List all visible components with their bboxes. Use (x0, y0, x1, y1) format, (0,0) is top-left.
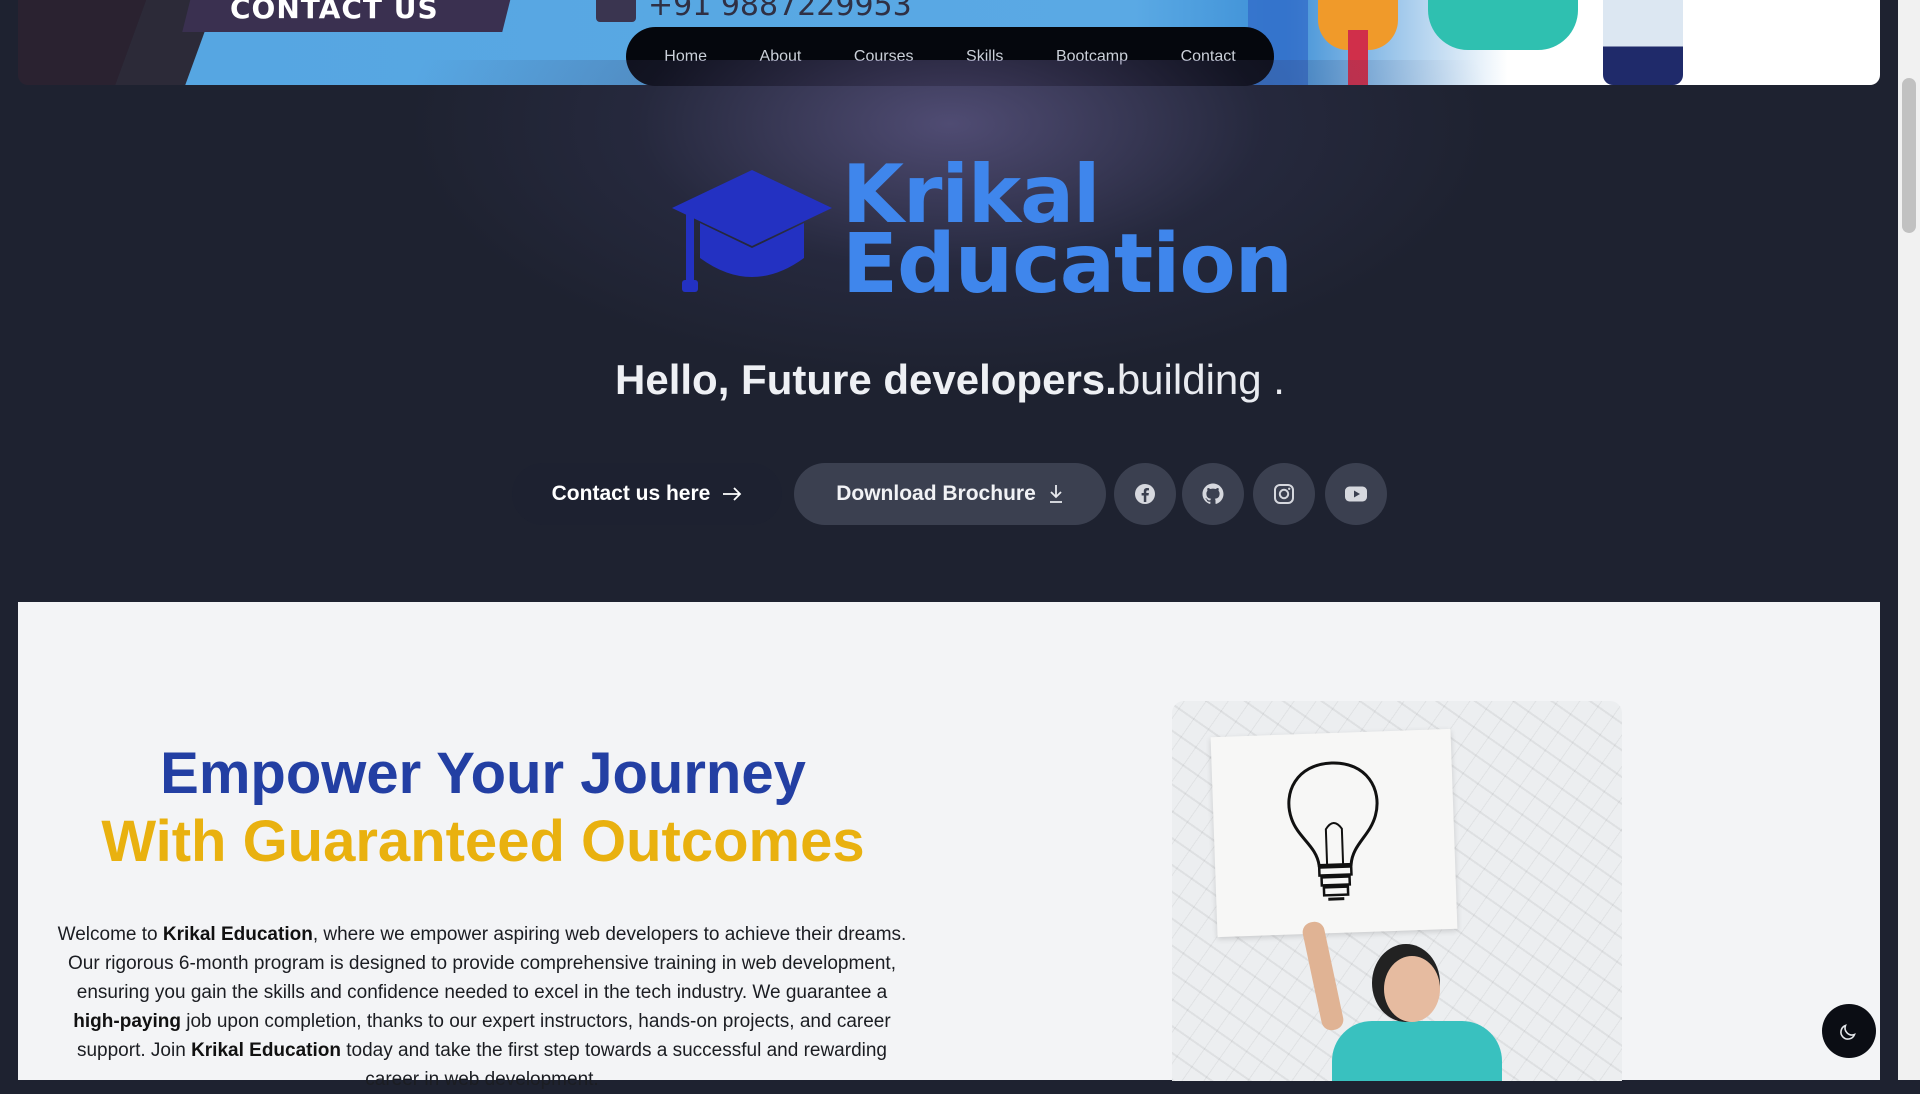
arrow-right-icon (723, 487, 742, 501)
page-scrollbar[interactable] (1898, 0, 1920, 1080)
brand-logo-text: Krikal Education (842, 155, 1293, 312)
contact-us-button[interactable]: Contact us here (512, 463, 782, 525)
student-lightbulb-photo (1172, 701, 1622, 1081)
about-text: Welcome to (57, 924, 163, 945)
about-text: today and take the first step towards a … (340, 1040, 888, 1090)
hero-greeting-text: Hello, Future developers. (615, 356, 1117, 403)
brand-highlight: Krikal Education (162, 924, 313, 945)
github-button[interactable] (1182, 463, 1244, 525)
banner-illustration-figure (1428, 0, 1578, 50)
hero-typed-text: building . (1116, 356, 1285, 403)
phone-icon (596, 0, 636, 22)
instagram-button[interactable] (1253, 463, 1315, 525)
banner-phone-text: +91 9887229953 (648, 0, 912, 23)
banner-contact-text: CONTACT US (230, 0, 439, 25)
contact-us-label: Contact us here (551, 482, 711, 505)
banner-illustration-figure (1603, 0, 1683, 85)
lightbulb-icon (1287, 761, 1379, 901)
brand-name-line2: Education (842, 217, 1293, 312)
about-heading-line1: Empower Your Journey (160, 741, 806, 806)
youtube-button[interactable] (1325, 463, 1387, 525)
hero-greeting: Hello, Future developers.building . (0, 356, 1900, 404)
facebook-icon (1135, 484, 1155, 504)
scrollbar-thumb[interactable] (1902, 78, 1916, 233)
download-icon (1049, 485, 1062, 503)
facebook-button[interactable] (1114, 463, 1176, 525)
photo-board (1210, 728, 1458, 938)
youtube-icon (1345, 486, 1367, 502)
high-paying-highlight: high-paying (73, 1011, 181, 1032)
github-icon (1202, 483, 1224, 504)
moon-icon (1840, 1024, 1856, 1040)
photo-shirt (1332, 1021, 1502, 1081)
download-brochure-button[interactable]: Download Brochure (794, 463, 1106, 525)
about-paragraph: Welcome to Krikal Education, where we em… (56, 920, 908, 1094)
theme-toggle-button[interactable] (1822, 1004, 1876, 1058)
hero-actions: Contact us here Download Brochure (0, 463, 1900, 525)
photo-head (1384, 956, 1440, 1022)
instagram-icon (1274, 484, 1294, 504)
brand-highlight: Krikal Education (191, 1040, 341, 1061)
download-brochure-label: Download Brochure (836, 482, 1036, 505)
about-section: Empower Your Journey With Guaranteed Out… (18, 602, 1880, 1090)
photo-arm (1300, 919, 1346, 1033)
about-heading-line2: With Guaranteed Outcomes (101, 809, 865, 874)
